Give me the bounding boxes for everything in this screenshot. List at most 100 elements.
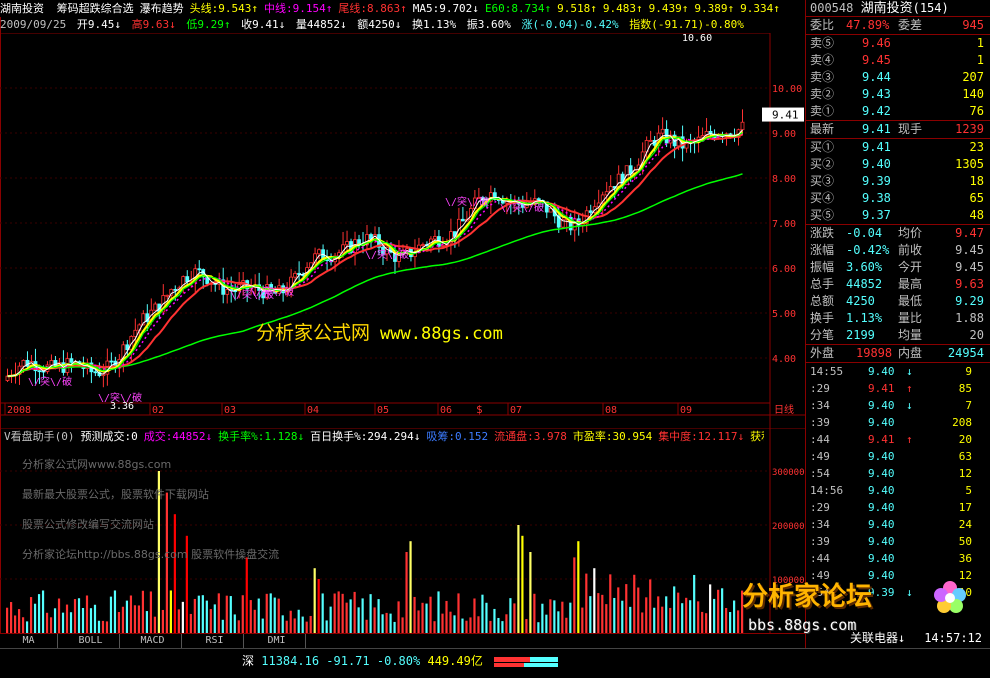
tick-row[interactable]: 14:56 9.40 5: [806, 482, 990, 499]
volume-bar: [481, 594, 484, 633]
candle: [672, 130, 677, 159]
volume-bar: [89, 608, 93, 633]
tick-row[interactable]: 14:55 9.40 ↓ 9: [806, 363, 990, 380]
month-label: 06: [440, 405, 452, 416]
volume-bar: [521, 535, 524, 633]
volume-bar: [541, 603, 544, 633]
tick-price: 9.40: [868, 552, 895, 565]
tab-boll[interactable]: BOLL: [62, 634, 120, 649]
market-index-status[interactable]: 深 11384.16 -91.71 -0.80% 449.49亿: [242, 652, 559, 669]
tick-row[interactable]: :54 9.40 12: [806, 465, 990, 482]
e60-line: [7, 173, 743, 377]
volume-bar: [465, 620, 468, 633]
buy-row[interactable]: 买④ 9.38 65: [806, 190, 990, 207]
sell-row[interactable]: 卖⑤ 9.46 1: [806, 35, 990, 52]
tick-volume: 9: [965, 365, 972, 378]
stat-value-left: -0.04: [846, 226, 883, 240]
market-strength-bar: [494, 656, 559, 667]
tab-rsi[interactable]: RSI: [186, 634, 244, 649]
info-turnover: 换1.13%: [411, 18, 457, 31]
sell-volume: 1: [976, 36, 984, 50]
volume-bar: [169, 590, 172, 633]
breakout-signal: \/突\/破: [250, 285, 294, 298]
month-label: 2008: [7, 405, 31, 416]
buy-row[interactable]: 买③ 9.39 18: [806, 173, 990, 190]
sell-price: 9.42: [862, 104, 891, 118]
volume-bar: [189, 613, 192, 633]
volume-bar: [109, 596, 113, 633]
vol-header-item-7: 市盈率:30.954: [572, 430, 653, 443]
tab-macd[interactable]: MACD: [124, 634, 182, 649]
tick-row[interactable]: :29 9.41 ↑ 85: [806, 380, 990, 397]
stat-value-right: 20: [969, 328, 984, 342]
stat-value-left: -0.42%: [846, 243, 890, 257]
volume-bar: [545, 614, 548, 633]
period-label: 日线: [774, 403, 794, 416]
tick-row[interactable]: :39 9.40 208: [806, 414, 990, 431]
volume-bar: [197, 595, 200, 633]
stock-name[interactable]: 湖南投资: [0, 2, 44, 15]
title-item-8: 9.483↑: [602, 2, 643, 15]
buy-price: 9.40: [862, 157, 891, 171]
volume-bar: [589, 596, 592, 633]
volume-bar: [577, 541, 580, 633]
price-tick-label: 5.00: [772, 309, 796, 320]
volume-bar: [245, 557, 248, 633]
candle: [13, 362, 18, 384]
vol-header-item-8: 集中度:12.117↓: [658, 430, 745, 443]
volume-bar: [357, 607, 360, 633]
tick-price: 9.40: [868, 399, 895, 412]
price-chart[interactable]: 10.00 9.00 8.00 7.00 6.00 5.00 4.00 2008 02 03 04 0…: [0, 33, 805, 428]
tick-list[interactable]: 14:55 9.40 ↓ 9:29 9.41 ↑ 85:34 9.40 ↓ 7:39 9.40 208…: [806, 363, 990, 601]
breakout-signal: \/突\/破: [445, 195, 489, 208]
tick-time: 14:56: [810, 484, 844, 497]
buy-row[interactable]: 买② 9.40 1305: [806, 156, 990, 173]
tab-dmi[interactable]: DMI: [248, 634, 306, 649]
tick-row[interactable]: :29 9.40 17: [806, 499, 990, 516]
info-open: 开9.45↓: [76, 18, 121, 31]
quote-stats: 涨跌 -0.04 均价 9.47 涨幅 -0.42% 前收 9.45 振幅 3.60% 今开 9.45…: [806, 225, 990, 344]
sell-row[interactable]: 卖② 9.43 140: [806, 86, 990, 103]
tick-time: :39: [810, 416, 830, 429]
stat-value-right: 9.29: [955, 294, 984, 308]
volume-bar: [665, 596, 668, 633]
volume-bar: [449, 611, 452, 633]
tick-row[interactable]: :44 9.40 36: [806, 550, 990, 567]
title-item-11: 9.334↑: [740, 2, 780, 15]
tick-row[interactable]: :34 9.40 24: [806, 516, 990, 533]
vol-watermark-4: 分析家论坛http://bbs.88gs.com 股票软件操盘交流: [22, 548, 280, 561]
sell-label: 卖③: [810, 70, 835, 84]
tick-direction: ↓: [906, 365, 913, 378]
volume-bar: [6, 607, 9, 633]
volume-bar: [141, 590, 145, 633]
volume-bar: [509, 598, 512, 633]
sell-row[interactable]: 卖① 9.42 76: [806, 103, 990, 120]
volume-bar: [629, 606, 632, 633]
vol-header-item-2: 成交:44852↓: [143, 430, 213, 443]
buy-row[interactable]: 买⑤ 9.37 48: [806, 207, 990, 224]
tick-volume: 5: [965, 484, 972, 497]
volume-bar: [385, 612, 388, 633]
volume-bar: [685, 597, 688, 633]
volume-bar: [653, 607, 656, 633]
vol-header-item-5: 吸筹:0.152: [426, 430, 489, 443]
candle: [325, 249, 329, 273]
info-amount: 额4250↓: [357, 18, 402, 31]
title-item-6: E60:8.734↑: [484, 2, 552, 15]
volume-bar: [49, 617, 53, 633]
tick-row[interactable]: :44 9.41 ↑ 20: [806, 431, 990, 448]
sell-row[interactable]: 卖④ 9.45 1: [806, 52, 990, 69]
candle: [560, 209, 565, 229]
volume-bar: [265, 593, 268, 633]
buy-row[interactable]: 买① 9.41 23: [806, 139, 990, 156]
tick-row[interactable]: :34 9.40 ↓ 7: [806, 397, 990, 414]
volume-bar: [717, 589, 720, 633]
weibi-row: 委比 47.89% 委差 945: [806, 17, 990, 34]
tab-ma[interactable]: MA: [0, 634, 58, 649]
volume-bar: [725, 607, 728, 633]
volume-bar: [473, 598, 476, 633]
tick-row[interactable]: :39 9.40 50: [806, 533, 990, 550]
volume-bar: [285, 620, 288, 633]
sell-row[interactable]: 卖③ 9.44 207: [806, 69, 990, 86]
tick-row[interactable]: :49 9.40 63: [806, 448, 990, 465]
